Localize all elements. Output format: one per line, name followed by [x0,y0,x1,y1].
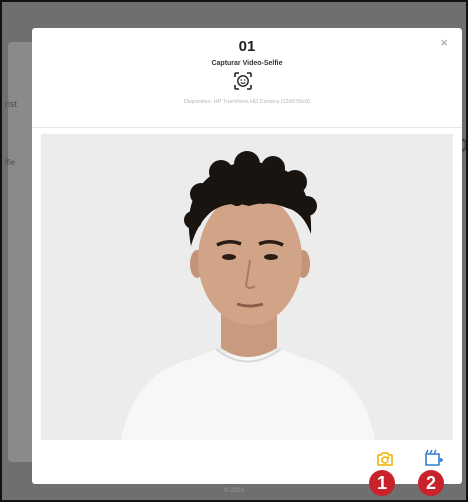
capture-modal: × 01 Capturar Video-Selfie Dispositivo: … [32,28,462,484]
face-scan-icon [234,72,252,90]
screenshot-frame: rist lfie Da ar © 2023 × 01 Capturar Vid… [0,0,468,502]
selfie-person-image [41,134,453,440]
switch-camera-icon[interactable] [376,450,394,468]
modal-subtitle: Capturar Video-Selfie [211,60,283,67]
header-divider [32,127,462,128]
background-label-left: rist [5,99,17,109]
video-preview [41,134,453,440]
modal-title: 01 [238,38,256,55]
annotation-badge-2: 2 [418,470,444,496]
annotation-badge-1: 1 [369,470,395,496]
background-column-label: lfie [5,158,16,167]
device-label: Dispositivo: HP TrueVision HD Camera (13… [183,99,311,105]
add-video-icon[interactable] [424,448,444,468]
action-bar [32,446,462,478]
background-footer: © 2023 [224,488,244,494]
